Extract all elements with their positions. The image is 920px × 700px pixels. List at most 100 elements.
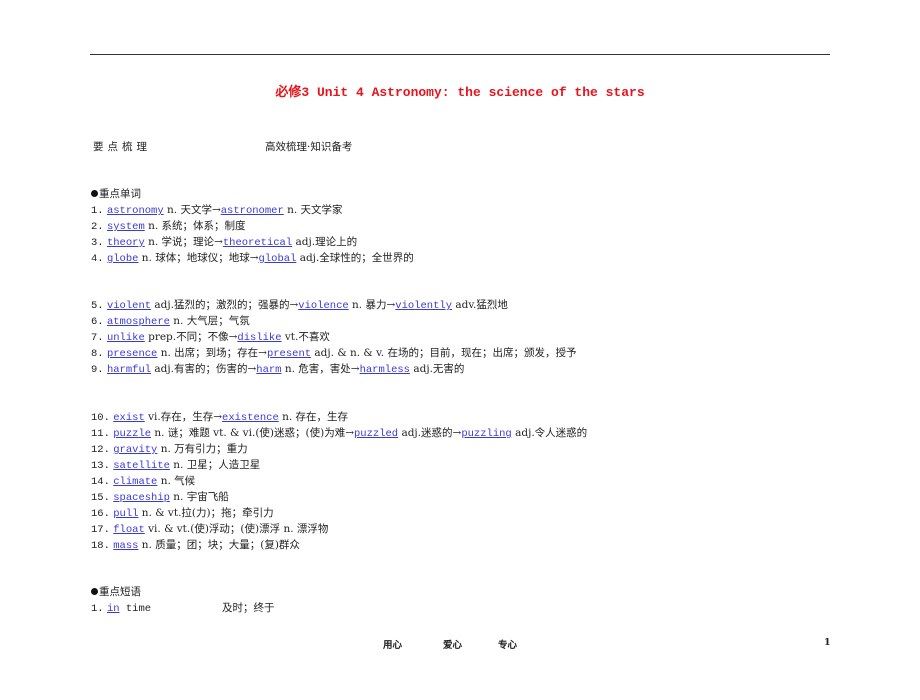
vocab-item: 18. mass n. 质量；团；块；大量；(复)群众 — [91, 537, 587, 553]
vocab-definition: adj.无害的 — [410, 363, 465, 375]
vocab-word-link[interactable]: satellite — [113, 460, 170, 472]
vocab-word-link[interactable]: theory — [107, 237, 145, 249]
vocab-word-link[interactable]: theoretical — [223, 237, 292, 249]
vocab-word-link[interactable]: violently — [395, 300, 452, 312]
vocab-heading: 重点单词 — [91, 186, 414, 202]
vocab-word-link[interactable]: unlike — [107, 332, 145, 344]
item-number: 5. — [91, 300, 104, 312]
header-rule — [90, 54, 830, 55]
vocab-word-link[interactable]: atmosphere — [107, 316, 170, 328]
page-title: 必修3 Unit 4 Astronomy: the science of the… — [275, 85, 645, 100]
vocab-definition: n. 万有引力；重力 — [157, 443, 248, 455]
vocab-definition: adj. & n. & v. 在场的；目前，现在；出席；颁发，授予 — [311, 347, 577, 359]
vocab-item: 9. harmful adj.有害的；伤害的→harm n. 危害，害处→har… — [91, 361, 576, 377]
phrase-link[interactable]: in — [107, 603, 120, 615]
item-number: 3. — [91, 237, 104, 249]
item-number: 1. — [91, 205, 104, 217]
vocab-word-link[interactable]: violent — [107, 300, 151, 312]
bullet-icon — [91, 190, 98, 197]
vocab-definition: n. & vt.拉(力)；拖；牵引力 — [138, 507, 274, 519]
vocab-item: 6. atmosphere n. 大气层；气氛 — [91, 313, 576, 329]
vocab-item: 14. climate n. 气候 — [91, 473, 587, 489]
vocab-word-link[interactable]: existence — [222, 412, 279, 424]
vocab-word-link[interactable]: harmful — [107, 364, 151, 376]
vocab-word-link[interactable]: puzzling — [461, 428, 511, 440]
vocab-definition: n. 存在，生存 — [278, 411, 349, 423]
vocab-item: 2. system n. 系统；体系；制度 — [91, 218, 414, 234]
vocab-definition: n. 天文学→ — [163, 204, 221, 216]
vocab-definition: n. 卫星；人造卫星 — [169, 459, 261, 471]
vocab-definition: adj.全球性的；全世界的 — [296, 252, 414, 264]
vocab-group: 10. exist vi.存在，生存→existence n. 存在，生存 11.… — [91, 409, 587, 553]
vocab-word-link[interactable]: global — [259, 253, 297, 265]
vocab-definition: n. 暴力→ — [348, 299, 396, 311]
section-heading-right: 高效梳理·知识备考 — [265, 141, 353, 153]
section-heading-left: 要点梳理 — [93, 141, 151, 153]
vocab-word-link[interactable]: exist — [113, 412, 145, 424]
vocab-word-link[interactable]: violence — [298, 300, 348, 312]
item-number: 11. — [91, 428, 110, 440]
item-number: 10. — [91, 412, 110, 424]
vocab-item: 10. exist vi.存在，生存→existence n. 存在，生存 — [91, 409, 587, 425]
vocab-word-link[interactable]: gravity — [113, 444, 157, 456]
vocab-item: 15. spaceship n. 宇宙飞船 — [91, 489, 587, 505]
item-number: 12. — [91, 444, 110, 456]
vocab-definition: n. 学说；理论→ — [144, 236, 223, 248]
vocab-item: 7. unlike prep.不同；不像→dislike vt.不喜欢 — [91, 329, 576, 345]
vocab-word-link[interactable]: mass — [113, 540, 138, 552]
vocab-definition: n. 谜；难题 vt. & vi.(使)迷惑；(使)为难→ — [151, 427, 354, 439]
vocab-definition: vi. & vt.(使)浮动；(使)漂浮 n. 漂浮物 — [144, 523, 329, 535]
vocab-word-link[interactable]: present — [267, 348, 311, 360]
vocab-word-link[interactable]: dislike — [237, 332, 281, 344]
vocab-word-link[interactable]: presence — [107, 348, 157, 360]
item-number: 7. — [91, 332, 104, 344]
vocab-word-link[interactable]: spaceship — [113, 492, 170, 504]
vocab-definition: adv.猛烈地 — [452, 299, 508, 311]
vocab-word-link[interactable]: puzzle — [113, 428, 151, 440]
vocab-item: 12. gravity n. 万有引力；重力 — [91, 441, 587, 457]
vocab-item: 11. puzzle n. 谜；难题 vt. & vi.(使)迷惑；(使)为难→… — [91, 425, 587, 441]
vocab-definition: vt.不喜欢 — [281, 331, 330, 343]
vocab-definition: n. 大气层；气氛 — [169, 315, 250, 327]
vocab-item: 8. presence n. 出席；到场；存在→present adj. & n… — [91, 345, 576, 361]
item-number: 16. — [91, 508, 110, 520]
vocab-definition: n. 气候 — [157, 475, 196, 487]
item-number: 18. — [91, 540, 110, 552]
vocab-definition: n. 球体；地球仪；地球→ — [138, 252, 259, 264]
vocab-word-link[interactable]: system — [107, 221, 145, 233]
item-number: 13. — [91, 460, 110, 472]
vocab-section-3: 10. exist vi.存在，生存→existence n. 存在，生存 11.… — [91, 409, 587, 553]
vocab-definition: prep.不同；不像→ — [144, 331, 238, 343]
vocab-definition: adj.猛烈的；激烈的；强暴的→ — [151, 299, 299, 311]
item-number: 15. — [91, 492, 110, 504]
page-number: 1 — [824, 637, 831, 648]
item-number: 9. — [91, 364, 104, 376]
vocab-word-link[interactable]: climate — [113, 476, 157, 488]
footer-item: 爱心 — [443, 640, 463, 651]
vocab-item: 3. theory n. 学说；理论→theoretical adj.理论上的 — [91, 234, 414, 250]
vocab-word-link[interactable]: harmless — [360, 364, 410, 376]
phrase-meaning: 及时；终于 — [222, 602, 275, 614]
vocab-word-link[interactable]: astronomer — [221, 205, 284, 217]
vocab-item: 13. satellite n. 卫星；人造卫星 — [91, 457, 587, 473]
vocab-section: 重点单词 1. astronomy n. 天文学→astronomer n. 天… — [91, 186, 414, 266]
vocab-item: 4. globe n. 球体；地球仪；地球→global adj.全球性的；全世… — [91, 250, 414, 266]
vocab-word-link[interactable]: float — [113, 524, 145, 536]
vocab-item: 5. violent adj.猛烈的；激烈的；强暴的→violence n. 暴… — [91, 297, 576, 313]
vocab-word-link[interactable]: astronomy — [107, 205, 164, 217]
phrase-section: 重点短语 1. in time 及时；终于 — [91, 584, 491, 616]
vocab-definition: adj.有害的；伤害的→ — [151, 363, 257, 375]
vocab-definition: n. 宇宙飞船 — [169, 491, 229, 503]
bullet-icon — [91, 588, 98, 595]
vocab-group: 1. astronomy n. 天文学→astronomer n. 天文学家 2.… — [91, 202, 414, 266]
vocab-definition: adj.令人迷惑的 — [511, 427, 588, 439]
vocab-word-link[interactable]: globe — [107, 253, 139, 265]
vocab-word-link[interactable]: puzzled — [354, 428, 398, 440]
footer-item: 用心 — [383, 640, 403, 651]
vocab-definition: n. 出席；到场；存在→ — [157, 347, 267, 359]
vocab-word-link[interactable]: harm — [256, 364, 281, 376]
vocab-definition: n. 质量；团；块；大量；(复)群众 — [138, 539, 300, 551]
vocab-word-link[interactable]: pull — [113, 508, 138, 520]
footer-item: 专心 — [498, 640, 518, 651]
vocab-definition: n. 系统；体系；制度 — [144, 220, 246, 232]
